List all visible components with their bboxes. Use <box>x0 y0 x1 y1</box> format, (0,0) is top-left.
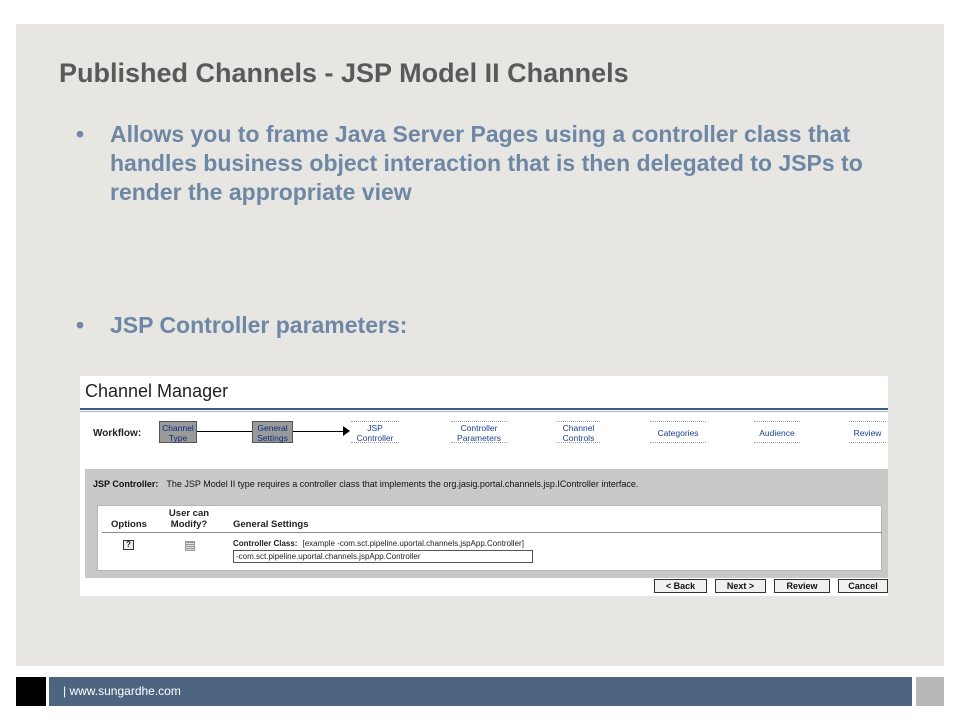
header-divider <box>80 408 888 410</box>
workflow-step-general-settings[interactable]: General Settings <box>252 421 293 443</box>
channel-manager-screenshot: Channel Manager Workflow: Channel Type G… <box>80 376 888 596</box>
step-label: Controls <box>562 433 595 443</box>
jsp-description-text: The JSP Model II type requires a control… <box>166 479 639 489</box>
review-button[interactable]: Review <box>774 579 830 593</box>
bullet-dot: • <box>76 121 85 147</box>
column-header-general-settings: General Settings <box>233 519 309 530</box>
column-header-user-can-modify: User can Modify? <box>160 508 218 530</box>
bullet-item: • JSP Controller parameters: <box>76 311 776 340</box>
controller-class-example: [example -com.sct.pipeline.uportal.chann… <box>302 539 524 548</box>
workflow-label: Workflow: <box>93 428 142 439</box>
footer-bar: | www.sungardhe.com <box>49 677 912 706</box>
workflow-step-categories[interactable]: Categories <box>650 421 706 443</box>
jsp-controller-label: JSP Controller: <box>93 479 159 489</box>
cancel-button[interactable]: Cancel <box>838 579 888 593</box>
workflow-step-audience[interactable]: Audience <box>754 421 800 443</box>
controller-class-input[interactable]: -com.sct.pipeline.uportal.channels.jspAp… <box>233 550 533 563</box>
footer-black-block <box>16 677 46 706</box>
step-label: Channel <box>562 423 595 433</box>
bullet-item: • Allows you to frame Java Server Pages … <box>76 120 906 207</box>
step-label: Controller <box>460 423 498 433</box>
workflow-step-review[interactable]: Review <box>849 421 886 443</box>
bullet-dot: • <box>76 312 85 338</box>
back-button[interactable]: < Back <box>654 579 707 593</box>
workflow-step-channel-controls[interactable]: Channel Controls <box>557 421 600 443</box>
step-label: General <box>257 423 288 433</box>
controller-class-label-row: Controller Class: [example -com.sct.pipel… <box>233 539 524 548</box>
workflow-step-channel-type[interactable]: Channel Type <box>159 421 197 443</box>
column-header-options: Options <box>111 519 147 530</box>
bullet-text: Allows you to frame Java Server Pages us… <box>110 121 863 205</box>
workflow-step-jsp-controller[interactable]: JSP Controller <box>351 421 399 443</box>
header-line: User can <box>168 508 210 519</box>
step-label: Controller <box>356 433 394 443</box>
controller-class-label: Controller Class: <box>233 539 298 548</box>
workflow-arrow-icon <box>343 426 350 436</box>
step-label: Type <box>168 433 188 443</box>
jsp-controller-description: JSP Controller: The JSP Model II type req… <box>93 479 638 489</box>
workflow-connector <box>197 431 252 432</box>
step-label: Audience <box>759 428 795 438</box>
footer-url: | www.sungardhe.com <box>63 684 181 698</box>
workflow-step-controller-parameters[interactable]: Controller Parameters <box>451 421 507 443</box>
bullet-text: JSP Controller parameters: <box>110 312 408 338</box>
step-label: Parameters <box>457 433 501 443</box>
footer-grey-block <box>916 677 944 706</box>
next-button[interactable]: Next > <box>715 579 766 593</box>
step-label: Review <box>853 428 882 438</box>
header-divider-light <box>80 411 888 412</box>
workflow-connector <box>293 431 344 432</box>
channel-manager-title: Channel Manager <box>85 381 229 401</box>
header-line: Modify? <box>170 519 208 530</box>
table-header-divider <box>102 532 882 533</box>
step-label: Categories <box>657 428 699 438</box>
step-label: JSP <box>367 423 383 433</box>
slide-title: Published Channels - JSP Model II Channe… <box>59 58 629 88</box>
user-modify-checkbox[interactable] <box>185 541 195 551</box>
help-icon[interactable]: ? <box>123 540 134 550</box>
step-label: Channel <box>162 423 194 433</box>
step-label: Settings <box>257 433 288 443</box>
